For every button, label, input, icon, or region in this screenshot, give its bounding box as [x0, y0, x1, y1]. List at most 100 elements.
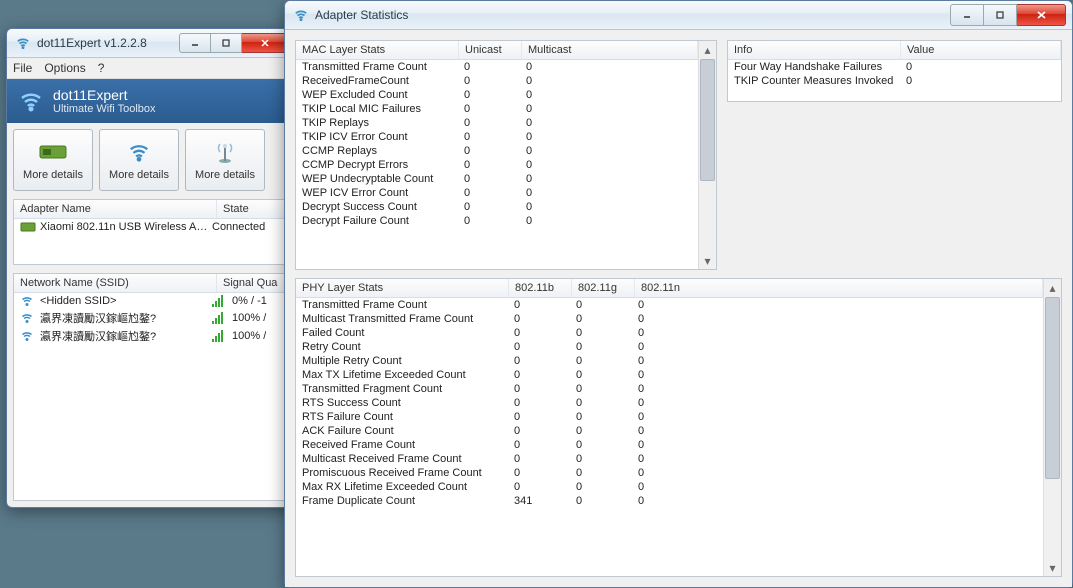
stats-title: Adapter Statistics: [315, 8, 950, 22]
close-button[interactable]: [1017, 4, 1066, 26]
maximize-button[interactable]: [211, 33, 242, 53]
mac-row[interactable]: Decrypt Success Count00: [296, 200, 698, 214]
phy-row[interactable]: Transmitted Fragment Count000: [296, 382, 1043, 396]
mac-row[interactable]: WEP ICV Error Count00: [296, 186, 698, 200]
phy-scrollbar[interactable]: ▴ ▾: [1043, 279, 1061, 576]
network-row[interactable]: 瀛界凍讀勵汉鎵嶇尥鏊?100% /: [14, 309, 288, 327]
network-row[interactable]: 瀛界凍讀勵汉鎵嶇尥鏊?100% /: [14, 327, 288, 345]
menu-help[interactable]: ?: [98, 61, 105, 75]
card-icon: [38, 139, 68, 165]
mac-row[interactable]: WEP Undecryptable Count00: [296, 172, 698, 186]
menu-file[interactable]: File: [13, 61, 32, 75]
mac-row[interactable]: TKIP Local MIC Failures00: [296, 102, 698, 116]
phy-row[interactable]: Max TX Lifetime Exceeded Count000: [296, 368, 1043, 382]
mac-row[interactable]: Decrypt Failure Count00: [296, 214, 698, 228]
info-col-info[interactable]: Info: [728, 41, 901, 59]
phy-stat-name: RTS Success Count: [296, 396, 508, 410]
phy-b: 341: [508, 494, 570, 508]
phy-row[interactable]: Promiscuous Received Frame Count000: [296, 466, 1043, 480]
phy-row[interactable]: RTS Success Count000: [296, 396, 1043, 410]
mac-multicast: 0: [520, 74, 698, 88]
phy-b: 0: [508, 480, 570, 494]
wifi-icon: [20, 329, 36, 343]
col-ssid[interactable]: Network Name (SSID): [14, 274, 217, 292]
phy-col-n[interactable]: 802.11n: [635, 279, 1043, 297]
scroll-up-icon[interactable]: ▴: [1044, 279, 1061, 296]
wifi-icon: [126, 139, 152, 165]
stats-titlebar[interactable]: Adapter Statistics: [285, 1, 1072, 30]
mac-row[interactable]: WEP Excluded Count00: [296, 88, 698, 102]
phy-stat-name: Retry Count: [296, 340, 508, 354]
toolbtn-antenna[interactable]: More details: [185, 129, 265, 191]
mac-multicast: 0: [520, 102, 698, 116]
minimize-button[interactable]: [950, 4, 984, 26]
phy-col-stats[interactable]: PHY Layer Stats: [296, 279, 509, 297]
toolbtn-wifi[interactable]: More details: [99, 129, 179, 191]
mac-col-stats[interactable]: MAC Layer Stats: [296, 41, 459, 59]
info-row[interactable]: Four Way Handshake Failures0: [728, 60, 1061, 74]
main-titlebar[interactable]: dot11Expert v1.2.2.8: [7, 29, 295, 58]
phy-row[interactable]: Retry Count000: [296, 340, 1043, 354]
mac-unicast: 0: [458, 88, 520, 102]
app-icon: [293, 7, 309, 23]
network-list: <Hidden SSID>0% / -1瀛界凍讀勵汉鎵嶇尥鏊?100% /瀛界凍…: [14, 293, 288, 345]
phy-row[interactable]: Max RX Lifetime Exceeded Count000: [296, 480, 1043, 494]
wifi-icon: [20, 294, 36, 308]
mac-row[interactable]: CCMP Decrypt Errors00: [296, 158, 698, 172]
menu-options[interactable]: Options: [44, 61, 85, 75]
phy-b: 0: [508, 410, 570, 424]
mac-stat-name: CCMP Decrypt Errors: [296, 158, 458, 172]
mac-row[interactable]: ReceivedFrameCount00: [296, 74, 698, 88]
scroll-up-icon[interactable]: ▴: [699, 41, 716, 58]
col-adapter-name[interactable]: Adapter Name: [14, 200, 217, 218]
phy-stat-name: Multicast Received Frame Count: [296, 452, 508, 466]
mac-row[interactable]: CCMP Replays00: [296, 144, 698, 158]
phy-row[interactable]: Transmitted Frame Count000: [296, 298, 1043, 312]
phy-row[interactable]: ACK Failure Count000: [296, 424, 1043, 438]
mac-row[interactable]: Transmitted Frame Count00: [296, 60, 698, 74]
network-ssid: 瀛界凍讀勵汉鎵嶇尥鏊?: [40, 328, 212, 344]
mac-row[interactable]: TKIP ICV Error Count00: [296, 130, 698, 144]
phy-row[interactable]: RTS Failure Count000: [296, 410, 1043, 424]
mac-multicast: 0: [520, 60, 698, 74]
mac-stat-name: TKIP Replays: [296, 116, 458, 130]
mac-unicast: 0: [458, 158, 520, 172]
phy-n: 0: [632, 396, 1043, 410]
mac-multicast: 0: [520, 200, 698, 214]
col-quality[interactable]: Signal Qua: [217, 274, 288, 292]
phy-col-b[interactable]: 802.11b: [509, 279, 572, 297]
phy-g: 0: [570, 466, 632, 480]
mac-col-unicast[interactable]: Unicast: [459, 41, 522, 59]
phy-col-g[interactable]: 802.11g: [572, 279, 635, 297]
adapter-list: Xiaomi 802.11n USB Wireless Ada...Connec…: [14, 219, 288, 235]
phy-row[interactable]: Received Frame Count000: [296, 438, 1043, 452]
mac-col-multicast[interactable]: Multicast: [522, 41, 698, 59]
phy-row[interactable]: Multicast Transmitted Frame Count000: [296, 312, 1043, 326]
toolbtn-label: More details: [23, 169, 83, 181]
mac-stat-name: Transmitted Frame Count: [296, 60, 458, 74]
maximize-button[interactable]: [984, 4, 1017, 26]
phy-row[interactable]: Multiple Retry Count000: [296, 354, 1043, 368]
col-adapter-state[interactable]: State: [217, 200, 288, 218]
toolbtn-card[interactable]: More details: [13, 129, 93, 191]
scroll-down-icon[interactable]: ▾: [699, 252, 716, 269]
network-ssid: <Hidden SSID>: [40, 295, 212, 307]
phy-g: 0: [570, 438, 632, 452]
adapter-row[interactable]: Xiaomi 802.11n USB Wireless Ada...Connec…: [14, 219, 288, 235]
phy-b: 0: [508, 340, 570, 354]
mac-row[interactable]: TKIP Replays00: [296, 116, 698, 130]
info-row[interactable]: TKIP Counter Measures Invoked0: [728, 74, 1061, 88]
scroll-down-icon[interactable]: ▾: [1044, 559, 1061, 576]
phy-row[interactable]: Multicast Received Frame Count000: [296, 452, 1043, 466]
close-button[interactable]: [242, 33, 289, 53]
phy-g: 0: [570, 494, 632, 508]
phy-row[interactable]: Failed Count000: [296, 326, 1043, 340]
mac-scrollbar[interactable]: ▴ ▾: [698, 41, 716, 269]
network-row[interactable]: <Hidden SSID>0% / -1: [14, 293, 288, 309]
minimize-button[interactable]: [179, 33, 211, 53]
phy-row[interactable]: Frame Duplicate Count34100: [296, 494, 1043, 508]
mac-stat-name: CCMP Replays: [296, 144, 458, 158]
info-col-value[interactable]: Value: [901, 41, 1061, 59]
adapter-name: Xiaomi 802.11n USB Wireless Ada...: [40, 221, 212, 233]
info-name: TKIP Counter Measures Invoked: [728, 74, 900, 88]
